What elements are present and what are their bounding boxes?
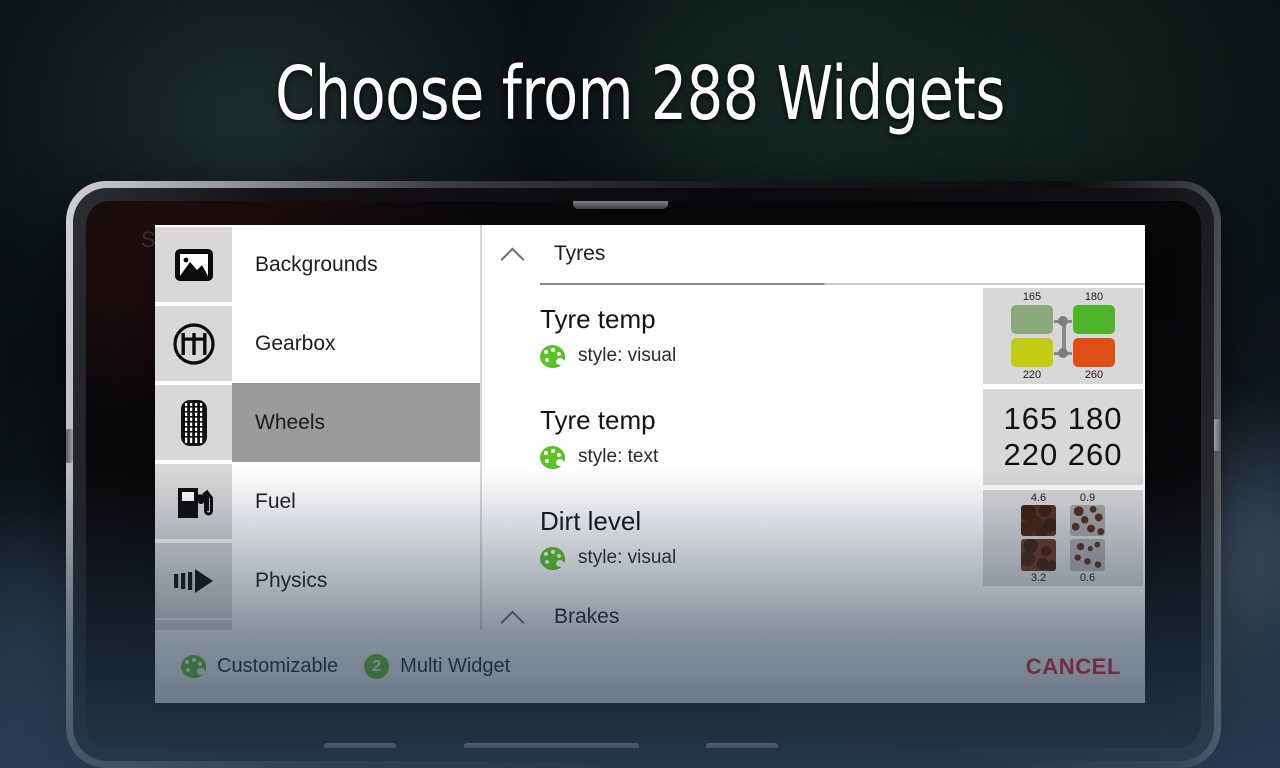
tyre-icon	[155, 385, 232, 460]
tyre-temp-text-line1: 165 180	[1003, 400, 1123, 436]
dirt-rr-pad	[1070, 539, 1105, 571]
widget-style: style: visual	[540, 546, 983, 570]
sidebar-item-label: Gearbox	[255, 331, 336, 355]
widget-thumbnail-tyre-temp-visual: 165 180 220 260	[983, 287, 1143, 384]
dirt-rl-value: 3.2	[1030, 571, 1047, 584]
dirt-fl-value: 4.6	[1030, 491, 1047, 504]
widget-row-tyre-temp-text[interactable]: Tyre temp style: text 165 180 220 260	[482, 386, 1145, 487]
legend-label: Multi Widget	[400, 655, 511, 677]
widget-thumbnail-dirt-level: 4.6 0.9 3.2 0.6	[983, 489, 1143, 586]
widget-style-label: style: text	[578, 446, 659, 467]
widget-style-label: style: visual	[578, 547, 677, 568]
phone-nav-key-recents[interactable]	[706, 743, 778, 748]
hub-rear	[1058, 347, 1068, 358]
tyre-rr-pad	[1073, 337, 1115, 367]
tyre-fl-value: 165	[1022, 290, 1042, 303]
widget-row-dirt-level[interactable]: Dirt level style: visual 4.6 0.9 3.2 0.6	[482, 487, 1145, 588]
widget-name: Tyre temp	[540, 303, 656, 334]
dirt-fl-pad	[1021, 504, 1056, 536]
palette-icon	[540, 546, 565, 570]
sidebar-item-wheels[interactable]: Wheels	[155, 383, 480, 462]
widget-name: Dirt level	[540, 505, 642, 536]
cancel-button[interactable]: CANCEL	[1026, 654, 1121, 680]
palette-icon	[540, 445, 565, 469]
sidebar-item-fuel[interactable]: Fuel	[155, 462, 480, 541]
group-title: Tyres	[554, 242, 606, 265]
chevron-up-icon[interactable]	[496, 237, 530, 271]
widget-name: Tyre temp	[540, 404, 656, 435]
widget-thumbnail-tyre-temp-text: 165 180 220 260	[983, 388, 1143, 485]
legend-customizable: Customizable	[181, 655, 338, 678]
sidebar-item-label: Wheels	[232, 383, 480, 462]
widget-list[interactable]: Tyres Tyre temp style: visual 165 180 22…	[482, 225, 1145, 630]
tyre-temp-text-line2: 220 260	[1003, 436, 1123, 472]
sidebar-item-physics[interactable]: Physics	[155, 541, 480, 620]
dialog-body: Backgrounds Gearbox Wheels Fuel Physics …	[155, 225, 1145, 630]
palette-icon	[540, 344, 565, 368]
tyre-rr-value: 260	[1084, 368, 1104, 381]
widget-info: Tyre temp style: visual	[540, 304, 983, 368]
sidebar-item-label: Fuel	[255, 489, 296, 513]
dirt-rl: 3.2	[1021, 539, 1056, 584]
category-sidebar[interactable]: Backgrounds Gearbox Wheels Fuel Physics	[155, 225, 482, 630]
widget-style-label: style: visual	[578, 345, 677, 366]
hub-front	[1058, 315, 1068, 326]
sidebar-item-backgrounds[interactable]: Backgrounds	[155, 225, 480, 304]
dirt-fr-pad	[1070, 504, 1105, 536]
phone-side-key-right-bottom[interactable]	[1214, 763, 1221, 768]
sidebar-item-label-partial	[232, 620, 480, 630]
tyre-fr-pad	[1073, 304, 1115, 334]
tyre-rl-pad	[1011, 337, 1053, 367]
phone-nav-key-back[interactable]	[324, 743, 396, 748]
widget-style: style: text	[540, 445, 983, 469]
screenshot-scene: Choose from 288 Widgets SIM Dashboard	[0, 0, 1280, 768]
palette-icon	[181, 655, 206, 678]
sidebar-item-label: Physics	[255, 568, 328, 592]
sidebar-item-label: Backgrounds	[255, 252, 378, 276]
dirt-rl-pad	[1021, 539, 1056, 571]
tyre-rl: 220	[1011, 337, 1053, 381]
widget-info: Tyre temp style: text	[540, 405, 983, 469]
sidebar-item-gearbox[interactable]: Gearbox	[155, 304, 480, 383]
phone-side-key-right-top[interactable]	[1214, 419, 1221, 451]
dirt-rr: 0.6	[1070, 539, 1105, 584]
partial-category-icon	[155, 620, 232, 630]
dirt-fr: 0.9	[1070, 492, 1105, 536]
group-header-brakes[interactable]: Brakes	[482, 588, 1145, 630]
phone-side-key-left-top[interactable]	[66, 429, 73, 463]
group-header-tyres[interactable]: Tyres	[482, 225, 1145, 283]
tyre-rl-value: 220	[1022, 368, 1042, 381]
dirt-fl: 4.6	[1021, 492, 1056, 536]
tyre-rr: 260	[1073, 337, 1115, 381]
group-title: Brakes	[554, 605, 620, 628]
fuel-pump-icon	[155, 464, 232, 539]
widget-info: Dirt level style: visual	[540, 506, 983, 570]
phone-nav-key-home[interactable]	[464, 743, 639, 748]
sidebar-item-partial[interactable]	[155, 620, 480, 630]
dialog-footer: Customizable 2 Multi Widget CANCEL	[155, 630, 1145, 703]
image-icon	[155, 227, 232, 302]
physics-icon	[155, 543, 232, 618]
count-badge: 2	[364, 654, 390, 679]
tyre-fr: 180	[1073, 291, 1115, 334]
widget-row-tyre-temp-visual[interactable]: Tyre temp style: visual 165 180 220 260	[482, 285, 1145, 386]
gearbox-icon	[155, 306, 232, 381]
tyre-fr-value: 180	[1084, 290, 1104, 303]
widget-chooser-dialog: Backgrounds Gearbox Wheels Fuel Physics …	[155, 225, 1145, 703]
page-title: Choose from 288 Widgets	[275, 51, 1005, 137]
tyre-fl: 165	[1011, 291, 1053, 334]
phone-top-nub	[573, 201, 668, 209]
dirt-rr-value: 0.6	[1079, 571, 1096, 584]
tyre-fl-pad	[1011, 304, 1053, 334]
chevron-up-icon[interactable]	[496, 600, 530, 630]
widget-style: style: visual	[540, 344, 983, 368]
dirt-fr-value: 0.9	[1079, 491, 1096, 504]
legend-label: Customizable	[217, 655, 339, 677]
legend-multi-widget: 2 Multi Widget	[364, 654, 510, 679]
